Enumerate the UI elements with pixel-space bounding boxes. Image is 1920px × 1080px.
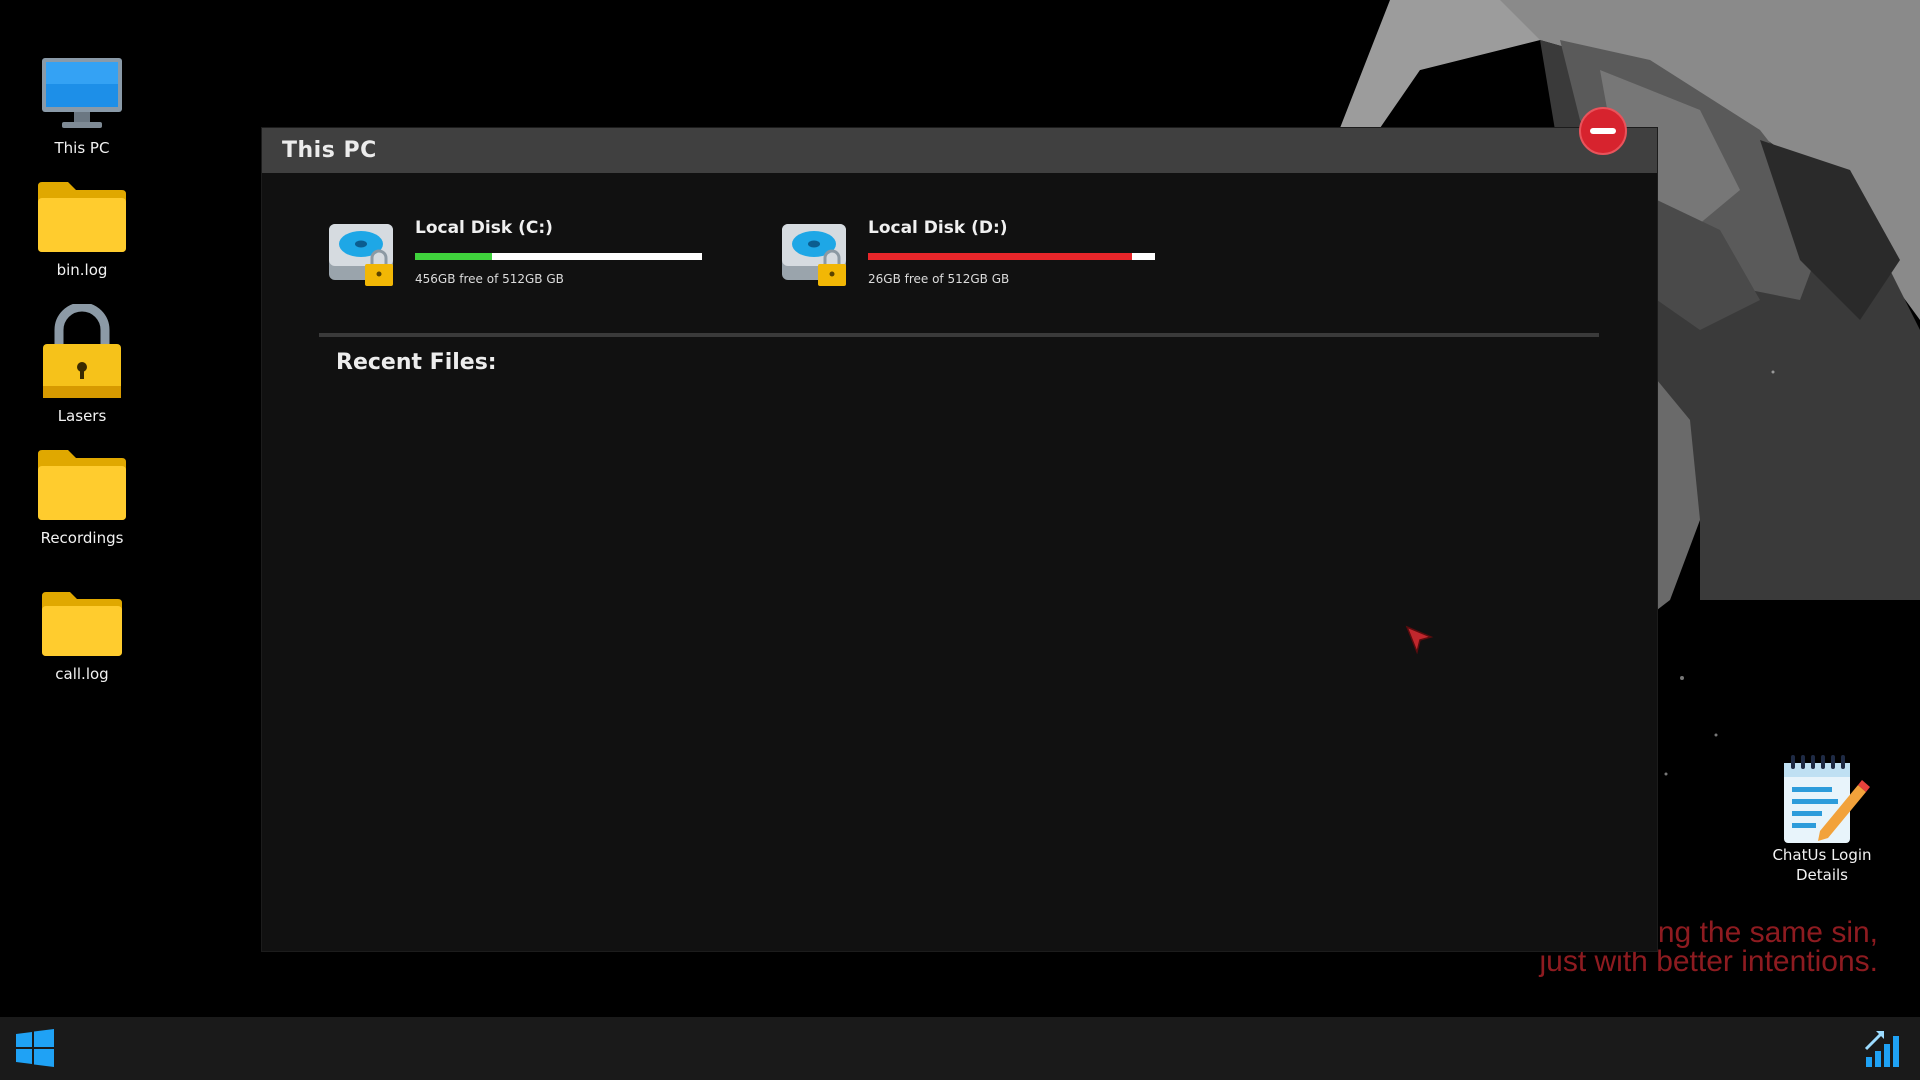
- minus-circle-icon: [1590, 128, 1616, 134]
- window-titlebar[interactable]: This PC: [262, 128, 1657, 173]
- taskbar: [0, 1017, 1920, 1080]
- desktop-icon-label: Lasers: [57, 407, 107, 425]
- disk-label: Local Disk (D:): [868, 218, 1008, 238]
- desktop-icon-call-log[interactable]: call.log: [12, 590, 152, 684]
- folder-icon: [38, 450, 126, 520]
- recent-files-heading: Recent Files:: [336, 350, 497, 375]
- folder-icon: [38, 182, 126, 252]
- disk-usage-fill: [868, 253, 1133, 260]
- disk-free-space: 456GB free of 512GB GB: [415, 272, 564, 286]
- folder-icon: [42, 592, 122, 656]
- close-button[interactable]: [1579, 107, 1627, 155]
- hard-drive-lock-icon: [782, 224, 846, 286]
- desktop-icon-lasers[interactable]: Lasers: [12, 304, 152, 426]
- signal-bars-icon: [1864, 1031, 1899, 1067]
- desktop-icon-label: This PC: [54, 139, 110, 157]
- desktop-icon-recordings[interactable]: Recordings: [12, 448, 152, 548]
- disk-c[interactable]: Local Disk (C:) 456GB free of 512GB GB: [327, 218, 707, 300]
- desktop-icon-chatus-login-details[interactable]: ChatUs Login Details: [1752, 755, 1892, 885]
- disk-usage-bar: [415, 253, 702, 260]
- desktop-icon-label: Recordings: [40, 529, 124, 547]
- disk-usage-bar: [868, 253, 1155, 260]
- padlock-icon: [43, 304, 121, 398]
- hard-drive-lock-icon: [329, 224, 393, 286]
- windows-logo-icon: [16, 1029, 54, 1067]
- desktop-icon-this-pc[interactable]: This PC: [12, 56, 152, 158]
- section-divider: [319, 333, 1599, 337]
- disk-usage-fill: [415, 253, 493, 260]
- desktop-icon-bin-log[interactable]: bin.log: [12, 180, 152, 280]
- desktop-icon-label: bin.log: [56, 261, 108, 279]
- this-pc-window: This PC Local Disk (C:) 456GB free of 51…: [262, 107, 1657, 951]
- disk-free-space: 26GB free of 512GB GB: [868, 272, 1010, 286]
- recent-files-list: [336, 390, 1576, 910]
- desktop-icon-label: ChatUs Login Details: [1772, 846, 1872, 884]
- window-title: This PC: [282, 138, 377, 163]
- start-button[interactable]: [14, 1027, 56, 1069]
- network-tray-button[interactable]: [1862, 1027, 1906, 1071]
- notepad-icon: [1784, 755, 1870, 843]
- disk-d[interactable]: Local Disk (D:) 26GB free of 512GB GB: [780, 218, 1160, 300]
- disk-label: Local Disk (C:): [415, 218, 553, 238]
- mouse-cursor-icon: [1405, 625, 1434, 655]
- desktop-icon-label: call.log: [55, 665, 109, 683]
- monitor-icon: [42, 58, 122, 128]
